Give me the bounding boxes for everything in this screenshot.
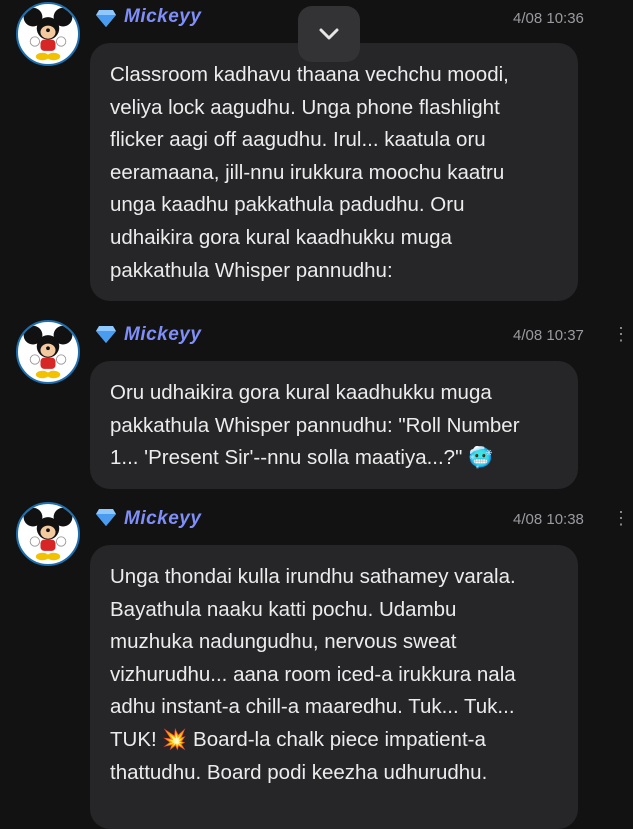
timestamp: 4/08 10:37 [513, 327, 584, 344]
scroll-down-button[interactable] [298, 6, 360, 62]
message-line: 1... 'Present Sir'--nnu solla maatiya...… [110, 446, 463, 470]
message-bubble: Classroom kadhavu thaana vechchu moodi, … [90, 43, 578, 302]
message-line-with-emoji: TUK! 💥 Board-la chalk piece impatient-a [110, 724, 558, 757]
mickey-avatar-icon [23, 507, 73, 561]
message-line: Oru udhaikira gora kural kaadhukku muga [110, 381, 492, 404]
message-line: muzhuka nadungudhu, nervous sweat [110, 630, 457, 654]
message-line: udhaikira gora kural kaadhukku muga [110, 225, 452, 249]
diamond-icon [96, 10, 116, 27]
collision-emoji: 💥 [162, 728, 188, 751]
diamond-icon [96, 326, 116, 343]
timestamp: 4/08 10:38 [513, 511, 584, 528]
more-options-icon[interactable]: ⋮ [612, 324, 631, 345]
message-line-with-emoji: 1... 'Present Sir'--nnu solla maatiya...… [110, 442, 558, 475]
chevron-down-icon [319, 28, 339, 40]
message-line: vizhurudhu... aana room iced-a irukkura … [110, 662, 516, 686]
message-line: flicker aagi off aagudhu. Irul... kaatul… [110, 128, 486, 152]
message-line: adhu instant-a chill-a maaredhu. Tuk... … [110, 695, 515, 719]
author-name[interactable]: Mickeyy [124, 324, 201, 346]
mickey-avatar-icon [23, 325, 73, 379]
message-line: veliya lock aagudhu. Unga phone flashlig… [110, 95, 500, 119]
message-bubble: Oru udhaikira gora kural kaadhukku muga … [90, 361, 578, 489]
author-name[interactable]: Mickeyy [124, 508, 201, 530]
more-options-icon[interactable]: ⋮ [612, 508, 631, 529]
diamond-icon [96, 509, 116, 526]
author-name[interactable]: Mickeyy [124, 6, 201, 28]
message-line: Unga thondai kulla irundhu sathamey vara… [110, 565, 516, 588]
message-line: eeramaana, jill-nnu irukkura moochu kaat… [110, 160, 505, 184]
message-line-prefix: TUK! [110, 727, 157, 751]
message-line: pakkathula Whisper pannudhu: [110, 258, 393, 282]
message-line: thattudhu. Board podi keezha udhurudhu. [110, 760, 488, 784]
avatar[interactable] [16, 502, 80, 566]
message-line: unga kaadhu pakkathula padudhu. Oru [110, 193, 465, 217]
message-line: Bayathula naaku katti pochu. Udambu [110, 597, 457, 621]
mickey-avatar-icon [23, 7, 73, 61]
avatar[interactable] [16, 320, 80, 384]
cold-face-emoji: 🥶 [468, 447, 493, 470]
message-line: Board-la chalk piece impatient-a [193, 727, 486, 751]
message-bubble: Unga thondai kulla irundhu sathamey vara… [90, 545, 578, 829]
timestamp: 4/08 10:36 [513, 10, 584, 27]
avatar[interactable] [16, 2, 80, 66]
message-line: Classroom kadhavu thaana vechchu moodi, [110, 63, 509, 86]
message-line: pakkathula Whisper pannudhu: "Roll Numbe… [110, 413, 520, 437]
